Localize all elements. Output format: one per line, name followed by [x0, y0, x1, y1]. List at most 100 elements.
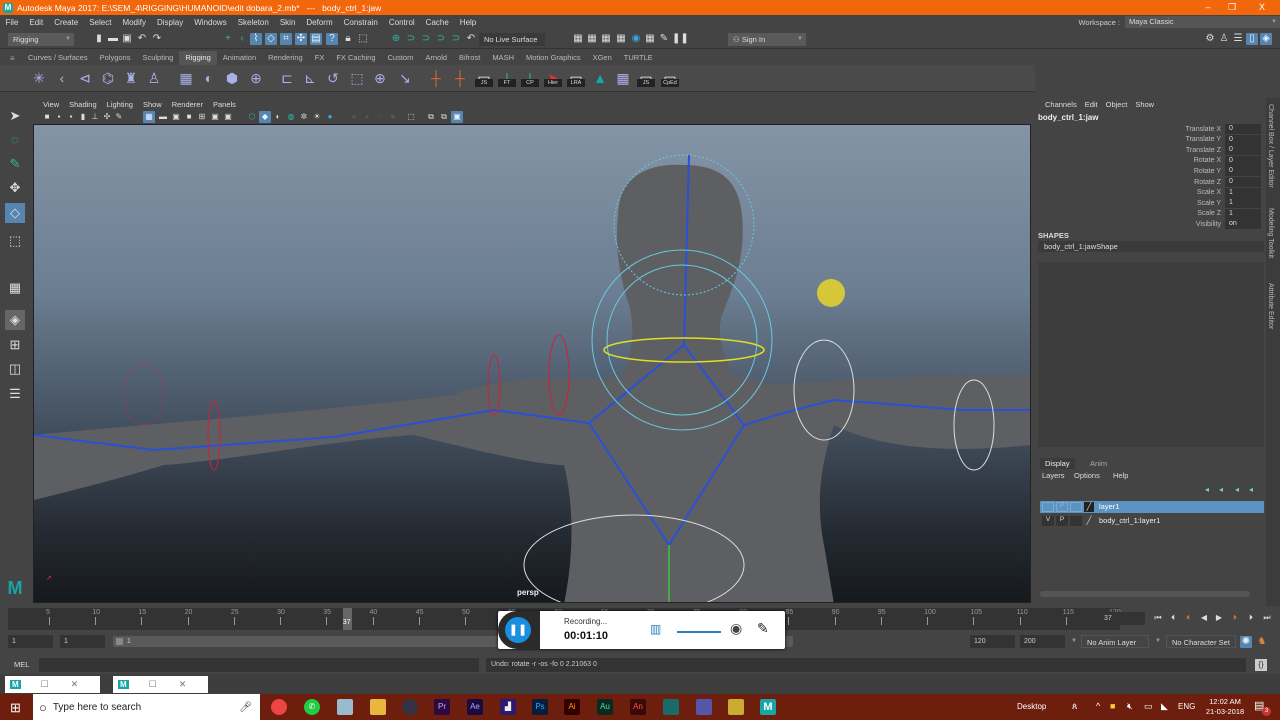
smooth-shade-icon[interactable]: ◆: [259, 111, 271, 123]
move-tool-icon[interactable]: ✥: [5, 178, 25, 198]
undo-icon[interactable]: ↶: [136, 33, 148, 45]
menu-help[interactable]: Help: [454, 18, 481, 27]
tab-channel-box-layer-editor[interactable]: Channel Box / Layer Editor: [1267, 104, 1274, 188]
outliner-layout-icon[interactable]: ☰: [5, 384, 25, 404]
channel-value[interactable]: 0: [1225, 124, 1261, 134]
language-indicator[interactable]: ENG: [1178, 702, 1195, 711]
channel-row[interactable]: Rotate Y 0: [1141, 166, 1261, 177]
menu-modify[interactable]: Modify: [117, 18, 152, 27]
less-than-icon[interactable]: ‹: [236, 33, 248, 45]
shelf-tab-fx-caching[interactable]: FX Caching: [330, 51, 381, 65]
select-hierarchy-icon[interactable]: ⌇: [250, 33, 262, 45]
two-view-layout-icon[interactable]: ◫: [5, 359, 25, 379]
channel-value[interactable]: 0: [1225, 166, 1261, 177]
shelf-tab-fx[interactable]: FX: [309, 51, 331, 65]
field-chart-icon[interactable]: ⊞: [196, 111, 208, 123]
plus-icon[interactable]: +: [222, 33, 234, 45]
wifi-icon[interactable]: ◣: [1161, 701, 1168, 712]
webcam-icon[interactable]: ◉: [730, 620, 742, 637]
minimized-window[interactable]: M ☐ ✕: [5, 676, 100, 693]
aim-constraint-icon[interactable]: ⊕: [370, 68, 390, 88]
motion-blur-icon[interactable]: ●: [348, 111, 360, 123]
animation-preferences-icon[interactable]: ♞: [1256, 636, 1268, 648]
visibility-toggle[interactable]: V: [1042, 516, 1054, 526]
channel-row[interactable]: Scale X 1: [1141, 187, 1261, 198]
after-effects-icon[interactable]: Ae: [467, 699, 483, 715]
rotate-tool-icon[interactable]: ◇: [5, 203, 25, 223]
camera-icon[interactable]: ■: [41, 111, 53, 123]
layer-row[interactable]: P ╱ layer1: [1040, 501, 1264, 513]
snap-view-icon[interactable]: ⊃: [435, 33, 447, 45]
play-backwards-icon[interactable]: ◀: [1198, 612, 1210, 624]
snap-grid-icon[interactable]: ⊕: [390, 33, 402, 45]
snap-point-icon[interactable]: ⊃: [420, 33, 432, 45]
layer-name[interactable]: layer1: [1099, 502, 1119, 511]
channel-label[interactable]: Visibility: [1141, 221, 1221, 228]
channel-label[interactable]: Rotate Z: [1141, 179, 1221, 186]
display-type-toggle[interactable]: [1070, 502, 1082, 512]
channel-menu-edit[interactable]: Edit: [1081, 100, 1102, 109]
layer-menu-options[interactable]: Options: [1074, 471, 1100, 480]
layer-color-swatch[interactable]: ╱: [1084, 516, 1094, 526]
channel-row[interactable]: Translate Z 0: [1141, 145, 1261, 156]
illustrator-icon[interactable]: Ai: [564, 699, 580, 715]
channel-label[interactable]: Rotate X: [1141, 157, 1221, 164]
channel-label[interactable]: Scale Z: [1141, 210, 1221, 217]
four-view-layout-icon[interactable]: ⊞: [5, 335, 25, 355]
maya-lt-icon[interactable]: [663, 699, 679, 715]
viewport-menu-view[interactable]: View: [38, 100, 64, 109]
human-ik-icon[interactable]: ♙: [1218, 33, 1230, 45]
layer-tab-anim[interactable]: Anim: [1085, 458, 1112, 469]
grease-pencil-icon[interactable]: ✎: [113, 111, 125, 123]
render-view-icon[interactable]: ▦: [644, 33, 656, 45]
viewport-menu-show[interactable]: Show: [138, 100, 167, 109]
book-icon[interactable]: [696, 699, 712, 715]
channel-value[interactable]: 0: [1225, 145, 1261, 156]
menu-select[interactable]: Select: [84, 18, 117, 27]
start-time-field[interactable]: 1: [8, 635, 53, 648]
close-button[interactable]: X: [1250, 0, 1274, 15]
layer-tab-display[interactable]: Display: [1040, 458, 1075, 469]
xray-icon[interactable]: ⬚: [405, 111, 417, 123]
close-icon[interactable]: ✕: [179, 679, 187, 690]
shelf-tab-motion-graphics[interactable]: Motion Graphics: [520, 51, 587, 65]
pause-recording-button[interactable]: ❚❚: [505, 617, 531, 643]
minimized-window[interactable]: M ☐ ✕: [113, 676, 208, 693]
viewport-menu-lighting[interactable]: Lighting: [102, 100, 138, 109]
channel-value[interactable]: 1: [1225, 198, 1261, 209]
cluster-icon[interactable]: ⊕: [246, 68, 266, 88]
shelf-tab-curves-surfaces[interactable]: Curves / Surfaces: [22, 51, 94, 65]
playback-end-field[interactable]: 120: [970, 635, 1015, 648]
premiere-icon[interactable]: Pr: [434, 699, 450, 715]
shadows-icon[interactable]: ☀: [311, 111, 323, 123]
people-icon[interactable]: ጰ: [1072, 701, 1077, 712]
shelf-tab-sculpting[interactable]: Sculpting: [136, 51, 179, 65]
shelf-tab-custom[interactable]: Custom: [382, 51, 420, 65]
taskbar-search[interactable]: ○ Type here to search 🎤︎: [33, 694, 260, 720]
shelf-tab-animation[interactable]: Animation: [217, 51, 262, 65]
channel-menu-channels[interactable]: Channels: [1041, 100, 1081, 109]
menu-skeleton[interactable]: Skeleton: [232, 18, 274, 27]
mirror-joint-icon[interactable]: ⊲: [75, 68, 95, 88]
audio-level-icon[interactable]: ▥: [650, 622, 661, 636]
step-back-frame-icon[interactable]: ⏴: [1167, 612, 1179, 624]
chrome-icon[interactable]: [271, 699, 287, 715]
ik-handle-icon[interactable]: ⌬: [98, 68, 118, 88]
quick-rig-icon[interactable]: ♙: [144, 68, 164, 88]
animate-icon[interactable]: An: [630, 699, 646, 715]
anim-layer-dropdown[interactable]: No Anim Layer: [1081, 635, 1149, 648]
hypershade-icon[interactable]: ◉: [630, 33, 642, 45]
use-lights-icon[interactable]: ✲: [298, 111, 310, 123]
menuset-dropdown[interactable]: Rigging ▼: [8, 33, 74, 46]
volume-slider[interactable]: [677, 631, 721, 633]
davinci-icon[interactable]: [402, 699, 418, 715]
go-to-end-icon[interactable]: ⏭: [1261, 612, 1273, 624]
save-scene-icon[interactable]: ▣: [121, 33, 133, 45]
xray-active-icon[interactable]: ⧉: [438, 111, 450, 123]
audition-icon[interactable]: Au: [597, 699, 613, 715]
minimize-button[interactable]: –: [1196, 0, 1220, 15]
locator-icon[interactable]: ┼: [426, 68, 446, 88]
layer-row[interactable]: V P ╱ body_ctrl_1:layer1: [1040, 515, 1264, 527]
safe-title-icon[interactable]: ▣: [222, 111, 234, 123]
channel-menu-object[interactable]: Object: [1102, 100, 1132, 109]
